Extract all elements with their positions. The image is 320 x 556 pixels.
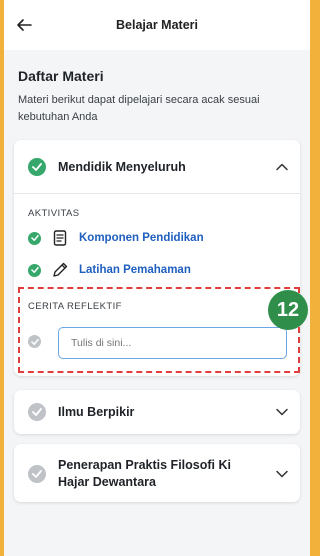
module-title: Penerapan Praktis Filosofi Ki Hajar Dewa… bbox=[58, 458, 231, 489]
pending-check-icon bbox=[28, 465, 46, 483]
section-description: Materi berikut dapat dipelajari secara a… bbox=[18, 94, 260, 123]
module-card-penerapan-praktis[interactable]: Penerapan Praktis Filosofi Ki Hajar Dewa… bbox=[14, 444, 300, 502]
chevron-up-icon[interactable] bbox=[274, 159, 290, 175]
page-title: Belajar Materi bbox=[116, 18, 198, 32]
pending-check-icon bbox=[28, 403, 46, 421]
activity-item-latihan-pemahaman[interactable]: Latihan Pemahaman bbox=[28, 261, 191, 279]
pencil-icon bbox=[51, 261, 69, 279]
section-title: Daftar Materi bbox=[18, 68, 104, 84]
module-header[interactable]: Penerapan Praktis Filosofi Ki Hajar Dewa… bbox=[14, 457, 300, 491]
module-card-ilmu-berpikir[interactable]: Ilmu Berpikir bbox=[14, 390, 300, 434]
top-bar: Belajar Materi bbox=[4, 0, 310, 50]
chevron-down-icon[interactable] bbox=[274, 466, 290, 482]
step-number-badge: 12 bbox=[268, 290, 308, 330]
module-header[interactable]: Ilmu Berpikir bbox=[14, 401, 300, 423]
chevron-down-icon[interactable] bbox=[274, 404, 290, 420]
module-header[interactable]: Mendidik Menyeluruh bbox=[14, 155, 300, 179]
document-icon bbox=[51, 229, 69, 247]
activity-item-komponen-pendidikan[interactable]: Komponen Pendidikan bbox=[28, 229, 204, 247]
activity-link[interactable]: Komponen Pendidikan bbox=[79, 232, 204, 244]
completed-check-icon bbox=[28, 263, 41, 277]
module-title: Mendidik Menyeluruh bbox=[58, 159, 186, 174]
completed-check-icon bbox=[28, 231, 41, 245]
highlight-frame bbox=[18, 287, 300, 373]
module-title: Ilmu Berpikir bbox=[58, 404, 135, 419]
completed-check-icon bbox=[28, 158, 46, 176]
activity-link[interactable]: Latihan Pemahaman bbox=[79, 264, 191, 276]
app-screen: Belajar Materi Daftar Materi Materi beri… bbox=[4, 0, 310, 556]
divider bbox=[14, 193, 300, 194]
activities-heading: AKTIVITAS bbox=[28, 208, 80, 219]
back-arrow-icon[interactable] bbox=[14, 15, 34, 35]
